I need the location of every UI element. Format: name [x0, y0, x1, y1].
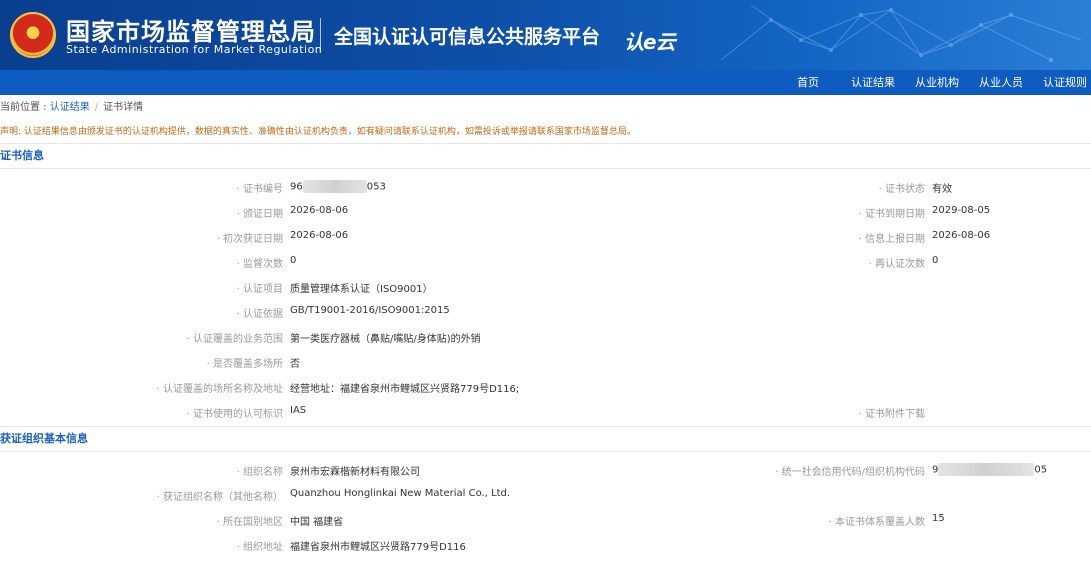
multisite-value: 否 — [290, 359, 300, 370]
org-section-title: 获证组织基本信息 — [0, 426, 1091, 452]
credit-code-label: · 统一社会信用代码/组织机构代码 — [775, 467, 925, 478]
info-row: · 所在国别地区 中国 福建省 · 本证书体系覆盖人数 15 — [0, 509, 1091, 534]
other-name-value: Quanzhou Honglinkai New Material Co., Lt… — [290, 488, 511, 499]
info-row: · 认证依据 GB/T19001-2016/ISO9001:2015 — [0, 301, 1091, 326]
cert-section-title: 证书信息 — [0, 143, 1091, 169]
scope-label: · 认证覆盖的业务范围 — [186, 334, 283, 345]
region-value: 中国 福建省 — [290, 517, 344, 528]
agency-name-cn: 国家市场监督管理总局 — [66, 18, 316, 46]
info-row: · 证书使用的认可标识 IAS · 证书附件下载 — [0, 401, 1091, 426]
basis-label: · 认证依据 — [236, 309, 283, 320]
info-row: · 是否覆盖多场所 否 — [0, 351, 1091, 376]
info-row: · 组织地址 福建省泉州市鲤城区兴贤路779号D116 — [0, 534, 1091, 559]
org-info-list: · 组织名称 泉州市宏霖楷新材料有限公司 · 统一社会信用代码/组织机构代码 9… — [0, 452, 1091, 559]
multisite-label: · 是否覆盖多场所 — [206, 359, 283, 370]
project-label: · 认证项目 — [236, 284, 283, 295]
org-address-value: 福建省泉州市鲤城区兴贤路779号D116 — [290, 542, 466, 553]
info-row: · 认证项目 质量管理体系认证（ISO9001） — [0, 276, 1091, 301]
region-label: · 所在国别地区 — [216, 517, 283, 528]
attachment-download-link[interactable]: · 证书附件下载 — [859, 405, 925, 420]
scope-value: 第一类医疗器械（鼻贴/嘴贴/身体贴)的外销 — [290, 334, 481, 345]
redacted-mask — [302, 180, 367, 193]
breadcrumb-current: 证书详情 — [103, 102, 144, 113]
other-name-label: · 获证组织名称（其他名称） — [156, 492, 283, 503]
first-date-label: · 初次获证日期 — [216, 234, 283, 245]
nav-rules[interactable]: 认证规则 — [1043, 70, 1087, 95]
report-date-value: 2026-08-06 — [932, 230, 991, 241]
recert-value: 0 — [932, 255, 939, 266]
credit-code-value: 9 05 — [932, 463, 1048, 476]
agency-name-en: State Administration for Market Regulati… — [66, 43, 323, 56]
supervision-value: 0 — [290, 255, 297, 266]
platform-logo: 认e云 — [624, 30, 676, 54]
status-value: 有效 — [932, 184, 952, 195]
headcount-label: · 本证书体系覆盖人数 — [828, 517, 925, 528]
org-name-value: 泉州市宏霖楷新材料有限公司 — [290, 467, 420, 478]
main-nav: 首页 认证结果 从业机构 从业人员 认证规则 — [0, 70, 1091, 95]
expiry-value: 2029-08-05 — [932, 205, 991, 216]
cert-no-value: 96 053 — [290, 180, 386, 193]
info-row: · 认证覆盖的业务范围 第一类医疗器械（鼻贴/嘴贴/身体贴)的外销 — [0, 326, 1091, 351]
breadcrumb-prefix: 当前位置 : — [0, 102, 50, 113]
nav-institutions[interactable]: 从业机构 — [915, 70, 959, 95]
breadcrumb: 当前位置 : 认证结果 / 证书详情 — [0, 95, 1091, 121]
mark-label: · 证书使用的认可标识 — [186, 409, 283, 420]
headcount-value: 15 — [932, 513, 945, 524]
site-header: ★ 国家市场监督管理总局 State Administration for Ma… — [0, 0, 1091, 70]
breadcrumb-link-results[interactable]: 认证结果 — [50, 102, 90, 113]
project-value: 质量管理体系认证（ISO9001） — [290, 284, 433, 295]
nav-certification-results[interactable]: 认证结果 — [851, 70, 895, 95]
recert-label: · 再认证次数 — [868, 259, 925, 270]
platform-title: 全国认证认可信息公共服务平台 — [334, 26, 601, 48]
cert-info-list: · 证书编号 96 053 · 证书状态 有效 · 颁证日期 2026-08-06… — [0, 169, 1091, 426]
header-decoration-mesh — [720, 4, 1082, 62]
report-date-label: · 信息上报日期 — [858, 234, 925, 245]
issue-date-label: · 颁证日期 — [236, 209, 283, 220]
info-row: · 颁证日期 2026-08-06 · 证书到期日期 2029-08-05 — [0, 201, 1091, 226]
cert-no-label: · 证书编号 — [236, 184, 283, 195]
info-row: · 认证覆盖的场所名称及地址 经营地址：福建省泉州市鲤城区兴贤路779号D116… — [0, 376, 1091, 401]
nav-home[interactable]: 首页 — [797, 70, 819, 95]
expiry-label: · 证书到期日期 — [858, 209, 925, 220]
issue-date-value: 2026-08-06 — [290, 205, 349, 216]
national-emblem-icon: ★ — [10, 12, 56, 58]
basis-value: GB/T19001-2016/ISO9001:2015 — [290, 305, 450, 316]
disclaimer-notice: 声明: 认证结果信息由颁发证书的认证机构提供，数据的真实性、准确性由认证机构负责… — [0, 127, 636, 137]
address-label: · 认证覆盖的场所名称及地址 — [156, 384, 283, 395]
first-date-value: 2026-08-06 — [290, 230, 349, 241]
redacted-mask — [938, 463, 1035, 476]
org-address-label: · 组织地址 — [236, 542, 283, 553]
mark-value: IAS — [290, 405, 307, 416]
info-row: · 监督次数 0 · 再认证次数 0 — [0, 251, 1091, 276]
breadcrumb-separator: / — [94, 102, 99, 113]
info-row: · 初次获证日期 2026-08-06 · 信息上报日期 2026-08-06 — [0, 226, 1091, 251]
status-label: · 证书状态 — [878, 184, 925, 195]
header-divider — [320, 18, 321, 50]
info-row: · 获证组织名称（其他名称） Quanzhou Honglinkai New M… — [0, 484, 1091, 509]
supervision-label: · 监督次数 — [236, 259, 283, 270]
info-row: · 证书编号 96 053 · 证书状态 有效 — [0, 176, 1091, 201]
nav-personnel[interactable]: 从业人员 — [979, 70, 1023, 95]
info-row: · 组织名称 泉州市宏霖楷新材料有限公司 · 统一社会信用代码/组织机构代码 9… — [0, 459, 1091, 484]
org-name-label: · 组织名称 — [236, 467, 283, 478]
address-value: 经营地址：福建省泉州市鲤城区兴贤路779号D116; — [290, 384, 520, 395]
